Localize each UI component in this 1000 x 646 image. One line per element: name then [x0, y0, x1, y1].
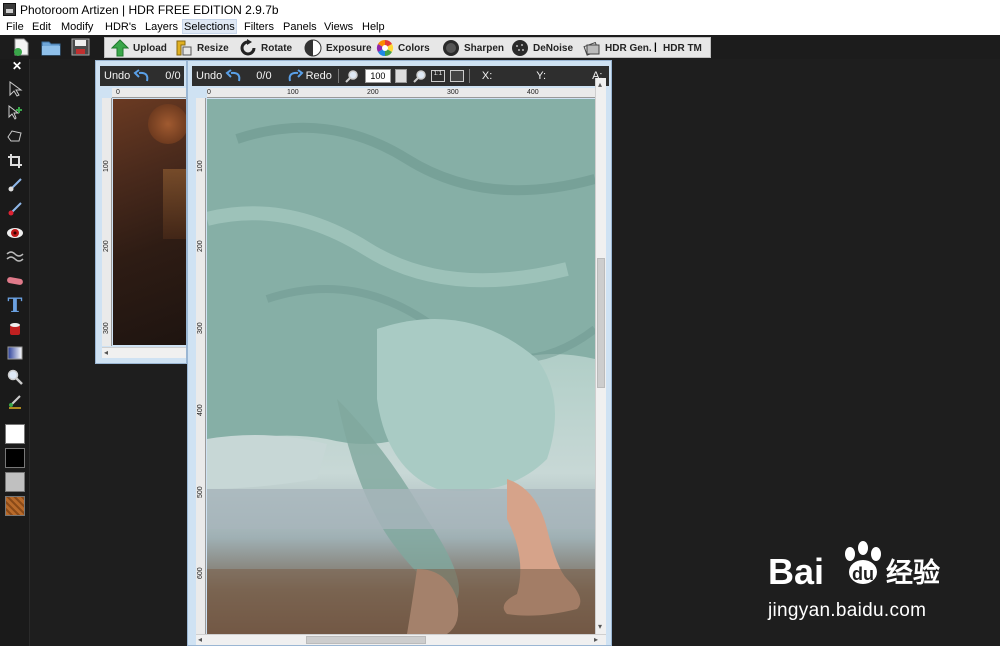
zoom-input[interactable]	[364, 69, 391, 83]
menu-help[interactable]: Help	[361, 20, 386, 35]
svg-text:经验: 经验	[886, 557, 940, 589]
exposure-icon	[304, 39, 322, 57]
undo-button[interactable]: Undo	[196, 70, 222, 82]
document-window-main[interactable]: Undo 0/0 Redo 1:1 X: Y: A: 0 100 200 300…	[187, 60, 612, 646]
red-brush-icon[interactable]	[5, 199, 25, 219]
svg-text:du: du	[852, 564, 874, 584]
eraser-icon[interactable]	[5, 271, 25, 291]
toolbar-separator: |	[654, 42, 657, 53]
menu-file[interactable]: File	[5, 20, 25, 35]
coord-y-label: Y:	[536, 70, 547, 82]
fit-screen-icon[interactable]	[449, 70, 464, 82]
menu-layers[interactable]: Layers	[144, 20, 179, 35]
title-bar: Photoroom Artizen | HDR FREE EDITION 2.9…	[0, 0, 1000, 19]
menu-panels[interactable]: Panels	[282, 20, 318, 35]
hdr-tm-button[interactable]: HDR TM	[663, 39, 702, 57]
watermark-url: jingyan.baidu.com	[768, 600, 927, 621]
sharpen-icon	[443, 40, 459, 56]
edit-toolbar: Upload Resize Rotate Exposure Colors Sha…	[104, 37, 711, 58]
scrollbar-thumb-v[interactable]	[597, 258, 605, 388]
main-scrollbar-v[interactable]: ▴ ▾	[595, 78, 606, 634]
zoom-tool-icon[interactable]	[5, 367, 25, 387]
redo-arrow-icon[interactable]	[286, 69, 304, 83]
undo-arrow-icon[interactable]	[133, 69, 151, 83]
colors-button[interactable]: Colors	[376, 39, 430, 57]
undo-button[interactable]: Undo	[104, 70, 130, 82]
pointer-tool-icon[interactable]	[5, 79, 25, 99]
text-tool-icon[interactable]: T	[5, 295, 25, 315]
sharpen-button[interactable]: Sharpen	[442, 39, 504, 57]
history-count: 0/0	[165, 70, 181, 82]
secondary-scrollbar-h[interactable]: ◂	[102, 347, 186, 358]
fill-bucket-icon[interactable]	[5, 319, 25, 339]
denoise-icon	[512, 40, 528, 56]
menu-edit[interactable]: Edit	[31, 20, 52, 35]
menu-filters[interactable]: Filters	[243, 20, 275, 35]
gradient-icon[interactable]	[5, 343, 25, 363]
add-selection-icon[interactable]	[5, 103, 25, 123]
rotate-button[interactable]: Rotate	[239, 39, 292, 57]
ruler-top: 0 100 200 300 400	[207, 88, 599, 98]
foreground-color-swatch[interactable]	[5, 424, 25, 444]
hdr-gen-button[interactable]: HDR Gen.	[583, 39, 652, 57]
menu-bar: File Edit Modify HDR's Layers Selections…	[0, 19, 1000, 35]
open-folder-icon[interactable]	[40, 37, 62, 57]
menu-hdrs[interactable]: HDR's	[104, 20, 137, 35]
gray-color-swatch[interactable]	[5, 472, 25, 492]
baidu-watermark: Bai du 经验 jingyan.baidu.com	[766, 536, 956, 628]
window-title: Photoroom Artizen | HDR FREE EDITION 2.9…	[20, 3, 279, 17]
resize-icon	[176, 40, 192, 56]
texture-swatch[interactable]	[5, 496, 25, 516]
exposure-button[interactable]: Exposure	[304, 39, 372, 57]
main-scrollbar-h[interactable]: ◂ ▸	[196, 634, 606, 645]
smudge-icon[interactable]	[5, 247, 25, 267]
main-history-bar: Undo 0/0 Redo 1:1 X: Y: A:	[192, 66, 609, 86]
menu-views[interactable]: Views	[323, 20, 354, 35]
main-image-canvas[interactable]	[207, 99, 595, 634]
denoise-button[interactable]: DeNoise	[511, 39, 573, 57]
document-window-secondary[interactable]: Undo 0/0 0 100 200 300 ◂	[95, 60, 187, 364]
zoom-stepper[interactable]	[394, 69, 407, 83]
background-color-swatch[interactable]	[5, 448, 25, 468]
red-eye-icon[interactable]	[5, 223, 25, 243]
actual-size-icon[interactable]: 1:1	[430, 70, 445, 82]
fabric-photo	[207, 99, 595, 634]
zoom-in-icon[interactable]	[345, 69, 359, 83]
upload-button[interactable]: Upload	[111, 39, 167, 57]
menu-selections[interactable]: Selections	[182, 19, 237, 34]
scrollbar-thumb-h[interactable]	[306, 636, 426, 644]
color-wheel-icon	[376, 39, 394, 57]
eyedropper-icon[interactable]	[5, 391, 25, 411]
close-icon[interactable]: ✕	[12, 59, 22, 73]
brush-icon[interactable]	[5, 175, 25, 195]
ruler-left: 100 200 300 400 500 600 700	[196, 98, 206, 634]
menu-modify[interactable]: Modify	[60, 20, 94, 35]
svg-text:Bai: Bai	[768, 551, 824, 592]
history-count: 0/0	[256, 70, 272, 82]
zoom-out-icon[interactable]	[413, 69, 427, 83]
lasso-icon[interactable]	[5, 127, 25, 147]
ruler-top: 0	[112, 88, 186, 98]
rotate-icon	[240, 39, 256, 56]
baidu-paw-logo: Bai du 经验	[768, 541, 940, 592]
hdr-gen-icon	[583, 41, 600, 56]
crop-icon[interactable]	[5, 151, 25, 171]
coord-x-label: X:	[481, 70, 493, 82]
tools-panel: ✕ T	[0, 59, 30, 646]
ruler-left: 100 200 300	[102, 98, 112, 346]
secondary-history-bar: Undo 0/0	[100, 66, 184, 86]
new-file-icon[interactable]	[10, 37, 32, 57]
resize-button[interactable]: Resize	[175, 39, 229, 57]
undo-arrow-icon[interactable]	[225, 69, 243, 83]
save-icon[interactable]	[70, 37, 92, 57]
upload-arrow-icon	[111, 39, 129, 57]
app-icon	[3, 3, 16, 16]
redo-button[interactable]: Redo	[306, 70, 332, 82]
secondary-image	[113, 99, 186, 345]
